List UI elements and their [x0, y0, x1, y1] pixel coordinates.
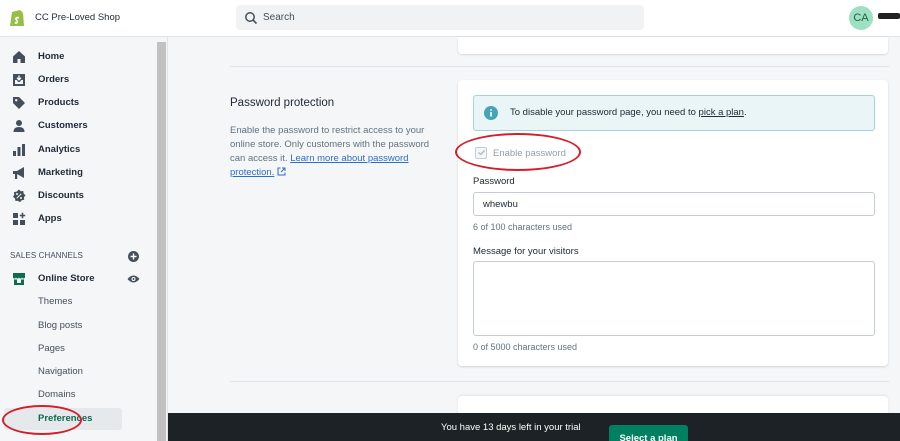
- avatar[interactable]: CA: [849, 6, 873, 30]
- shopify-logo-icon[interactable]: [9, 8, 25, 27]
- password-input[interactable]: [473, 192, 875, 216]
- bar-chart-icon: [13, 144, 25, 156]
- pick-a-plan-link[interactable]: pick a plan: [699, 107, 744, 118]
- sidebar-subitem-label: Blog posts: [38, 320, 83, 331]
- trial-text: You have 13 days left in your trial: [441, 422, 581, 433]
- trial-banner: You have 13 days left in your trial Sele…: [168, 413, 900, 441]
- sidebar-item-discounts[interactable]: Discounts: [0, 185, 150, 207]
- sidebar-item-marketing[interactable]: Marketing: [0, 162, 150, 184]
- sidebar-item-products[interactable]: Products: [0, 92, 150, 114]
- sidebar-item-domains[interactable]: Domains: [0, 384, 150, 406]
- user-name-redacted[interactable]: [878, 13, 900, 19]
- search-icon: [245, 12, 258, 25]
- sidebar-subitem-label: Themes: [38, 296, 73, 307]
- apps-icon: [13, 212, 26, 225]
- info-banner: To disable your password page, you need …: [473, 95, 875, 131]
- banner-text: To disable your password page, you need …: [510, 107, 747, 118]
- message-label: Message for your visitors: [473, 246, 579, 257]
- password-char-count: 6 of 100 characters used: [473, 222, 573, 232]
- shop-name[interactable]: CC Pre-Loved Shop: [35, 12, 120, 23]
- add-sales-channel-icon[interactable]: [128, 251, 139, 262]
- message-char-count: 0 of 5000 characters used: [473, 342, 578, 352]
- sidebar-item-label: Discounts: [38, 190, 84, 201]
- search-input[interactable]: [263, 5, 623, 30]
- sidebar-item-pages[interactable]: Pages: [0, 338, 150, 360]
- sidebar-item-label: Marketing: [38, 167, 83, 178]
- top-bar: CC Pre-Loved Shop CA: [0, 0, 900, 37]
- sidebar-item-customers[interactable]: Customers: [0, 115, 150, 137]
- section-divider: [230, 66, 889, 67]
- sidebar-item-label: Products: [38, 97, 80, 108]
- sidebar-item-analytics[interactable]: Analytics: [0, 139, 150, 161]
- password-label: Password: [473, 176, 515, 187]
- section-heading: Password protection: [230, 97, 335, 109]
- sidebar-item-orders[interactable]: Orders: [0, 69, 150, 91]
- sidebar-item-label: Orders: [38, 74, 70, 85]
- annotation-circle-preferences: [2, 405, 82, 435]
- sidebar-item-label: Analytics: [38, 144, 81, 155]
- sidebar-item-blog-posts[interactable]: Blog posts: [0, 315, 150, 337]
- message-textarea[interactable]: [473, 261, 875, 336]
- person-icon: [13, 120, 25, 132]
- sidebar-item-navigation[interactable]: Navigation: [0, 361, 150, 383]
- sidebar-item-label: Customers: [38, 120, 88, 131]
- sidebar-scrollbar[interactable]: [157, 42, 166, 441]
- store-icon: [13, 273, 25, 285]
- tag-icon: [13, 97, 25, 109]
- sidebar-item-label: Online Store: [38, 273, 95, 284]
- select-plan-button[interactable]: Select a plan: [609, 425, 688, 441]
- info-icon: [484, 106, 498, 120]
- sidebar-item-label: Home: [38, 51, 65, 62]
- sidebar-item-apps[interactable]: Apps: [0, 208, 150, 230]
- previous-section-card: [458, 37, 888, 54]
- sidebar-item-themes[interactable]: Themes: [0, 291, 150, 313]
- search-bar[interactable]: [236, 5, 644, 30]
- section-description: Enable the password to restrict access t…: [230, 124, 440, 180]
- sidebar-item-label: Apps: [38, 213, 62, 224]
- section-divider: [230, 381, 889, 382]
- orders-icon: [13, 74, 25, 86]
- sidebar-subitem-label: Pages: [38, 343, 65, 354]
- external-link-icon[interactable]: [277, 167, 286, 176]
- sidebar-item-home[interactable]: Home: [0, 46, 150, 68]
- discount-icon: [13, 189, 26, 203]
- megaphone-icon: [13, 167, 24, 179]
- sidebar-subitem-label: Navigation: [38, 366, 83, 377]
- annotation-circle-checkbox: [455, 133, 581, 171]
- eye-icon[interactable]: [127, 274, 140, 284]
- home-icon: [13, 51, 25, 63]
- sidebar-subitem-label: Domains: [38, 389, 76, 400]
- sales-channels-title: SALES CHANNELS: [10, 251, 83, 260]
